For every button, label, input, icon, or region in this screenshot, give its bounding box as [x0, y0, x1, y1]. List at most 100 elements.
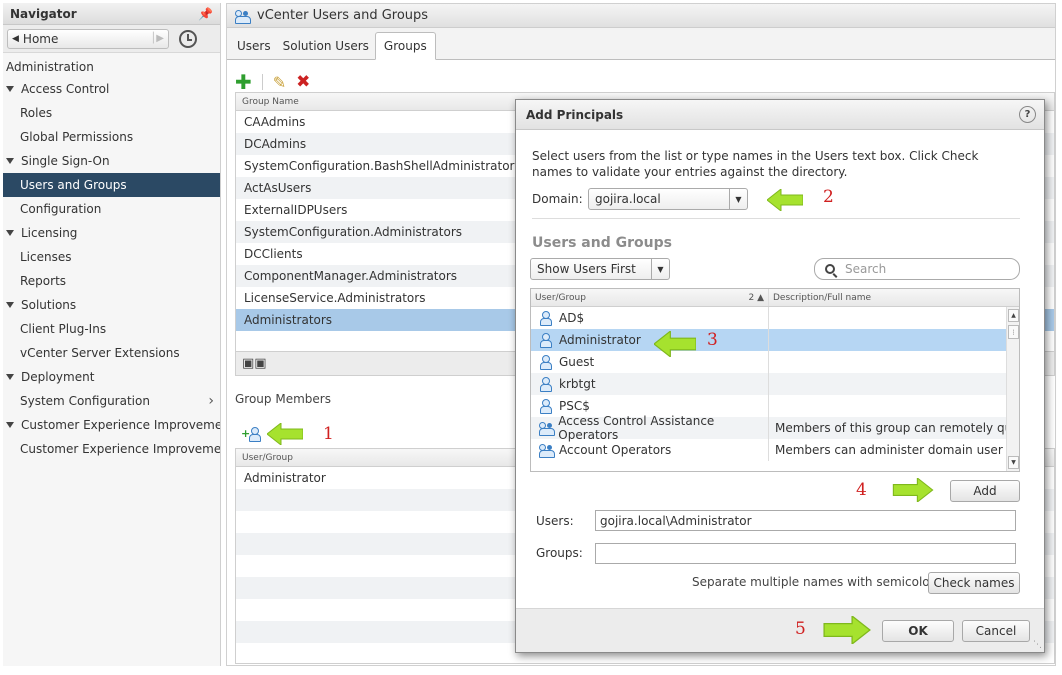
navigator-header: Navigator 📌 [3, 3, 220, 25]
principals-table-body: AD$ Administrator Guest krbtgt PSC$ Access Co… [531, 307, 1006, 461]
add-button[interactable]: Add [950, 480, 1020, 502]
expand-triangle-icon[interactable] [6, 230, 14, 236]
list-item[interactable]: Account Operators Members can administer … [531, 439, 1006, 461]
groups-toolbar: ✚ ✎ ✖ [235, 70, 310, 94]
users-groups-icon [235, 9, 251, 24]
principal-name-cell: AD$ [531, 307, 769, 329]
nav-item-label: Access Control [21, 82, 110, 96]
forward-arrow-icon[interactable]: │▶ [150, 33, 164, 44]
add-principals-dialog: Add Principals ? Select users from the l… [515, 99, 1045, 653]
expand-triangle-icon[interactable] [6, 374, 14, 380]
page-title: vCenter Users and Groups [257, 8, 429, 23]
user-group-column-header[interactable]: User/Group 2 ▲ [531, 289, 769, 306]
expand-triangle-icon[interactable] [6, 86, 14, 92]
nav-item-roles[interactable]: Roles [3, 101, 220, 125]
nav-item-system-configuration[interactable]: System Configuration › [3, 389, 220, 413]
nav-item-label: Licensing [21, 226, 78, 240]
principal-description [769, 307, 1006, 329]
list-item[interactable]: Access Control Assistance Operators Membe… [531, 414, 1006, 442]
nav-item-client-plug-ins[interactable]: Client Plug-Ins [3, 317, 220, 341]
principal-name: Access Control Assistance Operators [558, 414, 715, 442]
nav-item-configuration[interactable]: Configuration [3, 197, 220, 221]
principal-description: Members of this group can remotely qu... [775, 421, 1006, 435]
show-filter-select[interactable]: Show Users First ▼ [530, 258, 670, 280]
tab-users[interactable]: Users [231, 33, 277, 59]
pin-icon[interactable]: 📌 [198, 7, 213, 21]
list-item[interactable]: Administrator [531, 329, 1006, 351]
nav-item-licenses[interactable]: Licenses [3, 245, 220, 269]
nav-item-label: Client Plug-Ins [20, 322, 107, 336]
domain-value: gojira.local [595, 192, 661, 206]
nav-item-solutions[interactable]: Solutions [3, 293, 220, 317]
main-title-bar: vCenter Users and Groups [227, 4, 1055, 28]
list-item[interactable]: krbtgt [531, 373, 1006, 395]
nav-item-single-sign-on[interactable]: Single Sign-On [3, 149, 220, 173]
principal-name-cell: Account Operators [531, 439, 769, 461]
dialog-header: Add Principals ? [516, 100, 1044, 130]
nav-item-deployment[interactable]: Deployment [3, 365, 220, 389]
delete-icon[interactable]: ✖ [296, 72, 310, 92]
annotation-number-2: 2 [823, 187, 834, 207]
expand-triangle-icon[interactable] [6, 158, 14, 164]
chevron-down-icon: ▼ [729, 189, 747, 209]
expand-triangle-icon[interactable] [6, 422, 14, 428]
resize-grip-icon[interactable]: ⋱ [1033, 640, 1042, 650]
dialog-description: Select users from the list or type names… [532, 149, 979, 179]
principals-table-header: User/Group 2 ▲ Description/Full name [531, 289, 1019, 307]
add-group-icon[interactable]: ✚ [235, 70, 252, 94]
home-button[interactable]: ◀ Home │▶ [7, 28, 169, 49]
navigator-tree: Access Control Roles Global Permissions Sin… [3, 77, 220, 461]
annotation-arrow-2 [766, 187, 804, 213]
help-icon[interactable]: ? [1019, 106, 1036, 123]
nav-item-label: Reports [20, 274, 67, 288]
binoculars-icon[interactable]: ▣▣ [242, 356, 267, 371]
history-icon[interactable] [179, 29, 197, 48]
nav-item-label: Users and Groups [20, 178, 127, 192]
principal-description: Members can administer domain user ... [775, 443, 1006, 457]
principal-name: Guest [559, 355, 595, 369]
search-placeholder: Search [845, 262, 887, 276]
expand-triangle-icon[interactable] [6, 302, 14, 308]
list-item[interactable]: Guest [531, 351, 1006, 373]
nav-item-customer-experience-improveme[interactable]: Customer Experience Improveme... [3, 437, 220, 461]
tab-bar: Users Solution Users Groups [227, 28, 1055, 60]
nav-item-reports[interactable]: Reports [3, 269, 220, 293]
principals-scrollbar[interactable]: ▲ ⋮ ▼ [1006, 307, 1019, 471]
nav-item-label: Customer Experience Improvement P [21, 418, 220, 432]
annotation-number-5: 5 [795, 619, 806, 639]
nav-item-customer-experience-improvement-p[interactable]: Customer Experience Improvement P [3, 413, 220, 437]
tab-solution-users[interactable]: Solution Users [277, 33, 375, 59]
principal-name-cell: Access Control Assistance Operators [531, 414, 769, 442]
chevron-down-icon: ▼ [651, 259, 669, 279]
scroll-down-icon[interactable]: ▼ [1008, 456, 1019, 469]
tab-groups[interactable]: Groups [374, 32, 436, 60]
nav-item-label: Single Sign-On [21, 154, 110, 168]
nav-item-label: Configuration [20, 202, 102, 216]
edit-icon[interactable]: ✎ [273, 73, 286, 92]
annotation-arrow-3 [653, 329, 697, 359]
scroll-up-icon[interactable]: ▲ [1008, 309, 1019, 322]
nav-item-licensing[interactable]: Licensing [3, 221, 220, 245]
domain-select[interactable]: gojira.local ▼ [588, 188, 748, 210]
domain-label: Domain: [532, 192, 583, 206]
group-icon [539, 443, 555, 458]
cancel-button[interactable]: Cancel [962, 620, 1030, 642]
scroll-thumb[interactable]: ⋮ [1008, 325, 1019, 339]
check-names-button[interactable]: Check names [928, 572, 1020, 594]
groups-field[interactable] [595, 543, 1016, 564]
add-member-icon[interactable]: + [241, 426, 262, 442]
description-column-header[interactable]: Description/Full name [769, 289, 1019, 306]
ok-button[interactable]: OK [882, 620, 954, 642]
nav-item-vcenter-server-extensions[interactable]: vCenter Server Extensions [3, 341, 220, 365]
principal-description [769, 351, 1006, 373]
nav-item-access-control[interactable]: Access Control [3, 77, 220, 101]
list-item[interactable]: AD$ [531, 307, 1006, 329]
principal-name-cell: Administrator [531, 329, 769, 351]
administration-section-title: Administration [6, 60, 94, 74]
principals-table: User/Group 2 ▲ Description/Full name AD$… [530, 288, 1020, 472]
principal-name: AD$ [559, 311, 585, 325]
nav-item-users-and-groups[interactable]: Users and Groups [3, 173, 220, 197]
search-input[interactable]: Search [814, 258, 1020, 280]
nav-item-global-permissions[interactable]: Global Permissions [3, 125, 220, 149]
users-field[interactable]: gojira.local\Administrator [595, 510, 1016, 531]
